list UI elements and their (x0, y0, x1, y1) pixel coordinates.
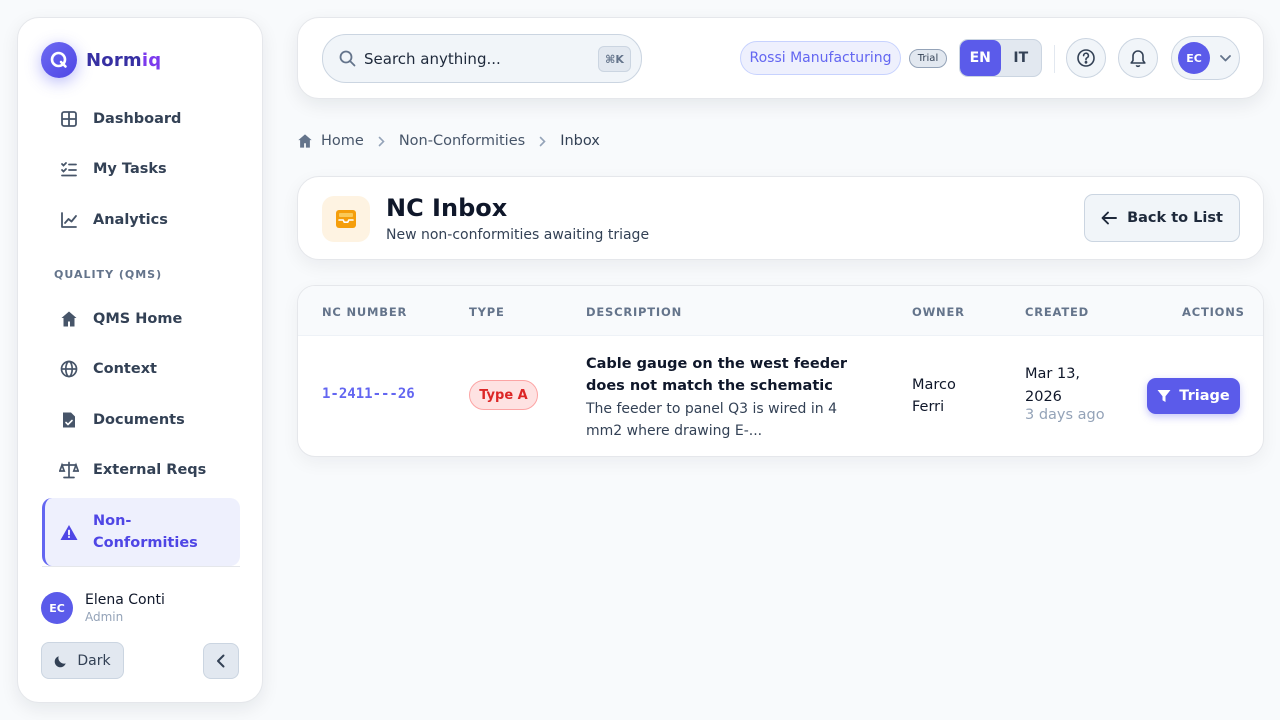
filter-icon (1157, 389, 1171, 403)
inbox-icon (322, 196, 370, 242)
sidebar-item-my-tasks[interactable]: My Tasks (42, 149, 240, 189)
search-input[interactable] (364, 49, 584, 68)
breadcrumb-non-conformities[interactable]: Non-Conformities (399, 133, 525, 149)
page-header: NC Inbox New non-conformities awaiting t… (297, 176, 1264, 260)
brand-name: Normiq (86, 50, 161, 71)
dark-mode-label: Dark (77, 652, 111, 669)
column-header-created[interactable]: CREATED (1025, 305, 1089, 319)
column-header-nc-number[interactable]: NC NUMBER (322, 305, 407, 319)
brand-name-part1: Norm (86, 49, 142, 71)
brand[interactable]: Normiq (41, 42, 161, 78)
section-label-qms: QUALITY (QMS) (54, 268, 163, 281)
brand-name-part2: iq (141, 49, 162, 71)
sidebar-item-documents[interactable]: Documents (42, 400, 240, 440)
column-header-actions: ACTIONS (1182, 305, 1245, 319)
column-header-type[interactable]: TYPE (469, 305, 505, 319)
nc-description-title: Cable gauge on the west feeder does not … (586, 356, 848, 394)
arrow-left-icon (1101, 211, 1118, 225)
language-toggle: EN IT (959, 39, 1042, 77)
dark-mode-button[interactable]: Dark (41, 642, 124, 679)
home-icon (297, 133, 313, 149)
sidebar-item-dashboard[interactable]: Dashboard (42, 99, 240, 139)
language-option-it[interactable]: IT (1001, 40, 1042, 76)
help-button[interactable] (1066, 38, 1106, 78)
nc-number-link[interactable]: 1-2411---26 (322, 386, 415, 402)
sidebar-item-non-conformities[interactable]: Non-Conformities (42, 498, 240, 566)
chevron-right-icon (539, 136, 546, 147)
chevron-right-icon (378, 136, 385, 147)
analytics-icon (59, 210, 79, 230)
sidebar-item-label: QMS Home (93, 311, 183, 327)
sidebar-item-label: External Reqs (93, 462, 207, 478)
user-menu-button[interactable]: EC (1171, 36, 1240, 80)
language-option-en[interactable]: EN (960, 40, 1001, 76)
type-badge: Type A (469, 380, 538, 410)
topbar-divider (1054, 45, 1055, 73)
breadcrumb-current: Inbox (560, 133, 600, 149)
sidebar-item-label: Analytics (93, 212, 168, 228)
page-subtitle: New non-conformities awaiting triage (386, 227, 650, 243)
nc-created-relative: 3 days ago (1025, 407, 1105, 423)
organization-switcher[interactable]: Rossi Manufacturing (740, 41, 901, 75)
document-icon (59, 410, 79, 430)
warning-icon (59, 522, 79, 542)
user-role: Admin (85, 610, 124, 624)
chevron-left-icon (216, 654, 226, 668)
collapse-sidebar-button[interactable] (203, 643, 239, 679)
tasks-icon (59, 159, 79, 179)
search-box[interactable]: ⌘K (322, 34, 642, 83)
sidebar-item-label: Non-Conformities (93, 513, 198, 551)
help-icon (1076, 48, 1096, 68)
brand-logo-icon (41, 42, 77, 78)
sidebar-item-label: Documents (93, 412, 185, 428)
column-header-owner[interactable]: OWNER (912, 305, 965, 319)
notifications-button[interactable] (1118, 38, 1158, 78)
bell-icon (1129, 48, 1147, 68)
sidebar-item-label: My Tasks (93, 161, 167, 177)
back-to-list-button[interactable]: Back to List (1084, 194, 1240, 242)
sidebar-item-label: Dashboard (93, 111, 182, 127)
back-to-list-label: Back to List (1127, 210, 1223, 226)
breadcrumb: Home Non-Conformities Inbox (297, 130, 600, 152)
nc-owner: Marco Ferri (912, 377, 956, 415)
topbar: ⌘K Rossi Manufacturing Trial EN IT EC (297, 17, 1264, 99)
avatar: EC (41, 592, 73, 624)
nc-description-text: The feeder to panel Q3 is wired in 4 mm2… (586, 401, 838, 439)
triage-label: Triage (1179, 388, 1230, 404)
chevron-down-icon (1220, 54, 1231, 62)
globe-icon (59, 359, 79, 379)
dashboard-icon (59, 109, 79, 129)
search-icon (339, 50, 356, 67)
nc-created-date: Mar 13, 2026 (1025, 366, 1081, 405)
sidebar: Normiq Dashboard My Tasks Analytics QUAL… (17, 17, 263, 703)
plan-badge: Trial (909, 49, 947, 68)
home-icon (59, 309, 79, 329)
sidebar-user[interactable]: EC Elena Conti Admin (41, 592, 165, 624)
user-name: Elena Conti (85, 592, 165, 608)
sidebar-item-qms-home[interactable]: QMS Home (42, 299, 240, 339)
scale-icon (59, 460, 79, 480)
triage-button[interactable]: Triage (1147, 378, 1240, 414)
column-header-description[interactable]: DESCRIPTION (586, 305, 682, 319)
sidebar-item-label: Context (93, 361, 157, 377)
moon-icon (54, 653, 69, 668)
sidebar-item-analytics[interactable]: Analytics (42, 200, 240, 240)
breadcrumb-home[interactable]: Home (321, 133, 364, 149)
avatar: EC (1178, 42, 1210, 74)
table-header: NC NUMBER TYPE DESCRIPTION OWNER CREATED… (298, 286, 1263, 336)
sidebar-divider (42, 566, 240, 567)
sidebar-item-external-reqs[interactable]: External Reqs (42, 450, 240, 490)
nc-table: NC NUMBER TYPE DESCRIPTION OWNER CREATED… (297, 285, 1264, 457)
search-shortcut-badge: ⌘K (598, 46, 631, 72)
page-title: NC Inbox (386, 194, 508, 222)
sidebar-item-context[interactable]: Context (42, 349, 240, 389)
